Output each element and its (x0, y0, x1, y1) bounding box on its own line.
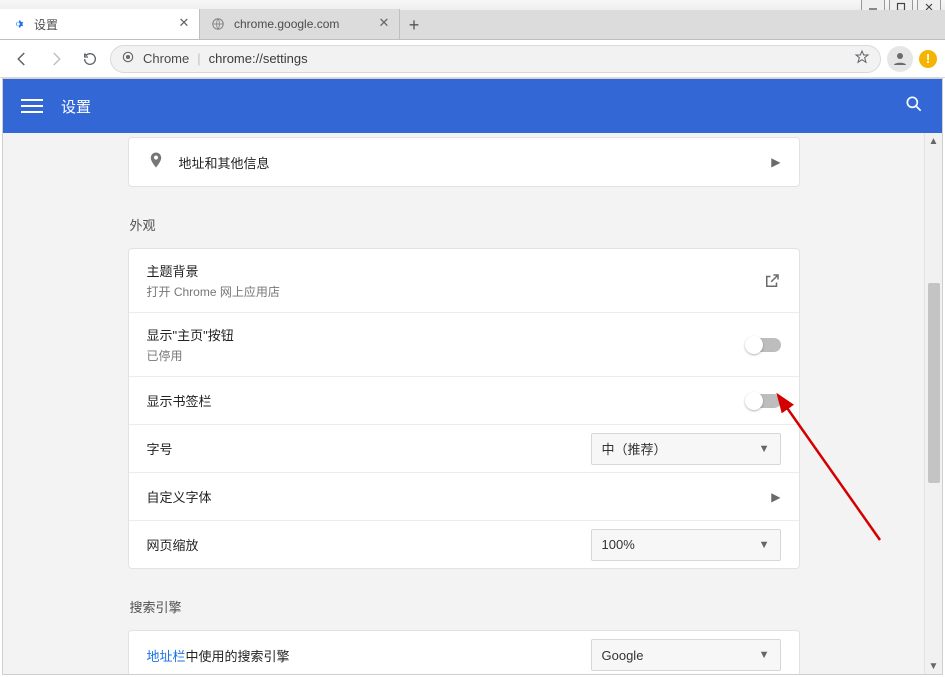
menu-alert-icon[interactable]: ! (919, 50, 937, 68)
scrollbar-thumb[interactable] (928, 283, 940, 483)
browser-toolbar: Chrome | chrome://settings ! (0, 40, 945, 78)
row-label: 网页缩放 (147, 535, 199, 554)
row-label: 自定义字体 (147, 487, 212, 506)
tab-title: 设置 (34, 16, 58, 33)
row-label: 地址栏中使用的搜索引擎 (147, 646, 290, 665)
section-title-search-engine: 搜索引擎 (130, 597, 800, 616)
tab-settings[interactable]: 设置 ✕ (0, 9, 200, 39)
forward-button[interactable] (42, 45, 70, 73)
tab-close-button[interactable]: ✕ (177, 16, 191, 30)
bookmark-star-icon[interactable] (854, 49, 870, 68)
row-page-zoom: 网页缩放 100% ▼ (129, 520, 799, 568)
gear-icon (10, 16, 26, 32)
font-size-dropdown[interactable]: 中（推荐） ▼ (591, 433, 781, 465)
tab-strip: 设置 ✕ chrome.google.com ✕ + (0, 10, 945, 40)
chevron-right-icon: ▶ (771, 155, 780, 169)
page-zoom-dropdown[interactable]: 100% ▼ (591, 529, 781, 561)
row-sublabel: 打开 Chrome 网上应用店 (147, 283, 280, 300)
section-title-appearance: 外观 (130, 215, 800, 234)
settings-search-button[interactable] (904, 94, 924, 119)
chevron-right-icon: ▶ (771, 490, 780, 504)
back-button[interactable] (8, 45, 36, 73)
row-label: 显示书签栏 (147, 391, 212, 410)
scroll-up-icon[interactable]: ▲ (925, 133, 942, 149)
search-engine-dropdown[interactable]: Google ▼ (591, 639, 781, 671)
row-sublabel: 已停用 (147, 347, 234, 364)
globe-icon (210, 16, 226, 32)
site-info-icon[interactable] (121, 50, 135, 67)
profile-avatar-button[interactable] (887, 46, 913, 72)
settings-header: 设置 (3, 79, 942, 133)
address-bar-link[interactable]: 地址栏 (147, 649, 186, 664)
row-custom-fonts[interactable]: 自定义字体 ▶ (129, 472, 799, 520)
chevron-down-icon: ▼ (759, 443, 770, 455)
omnibox-chrome-label: Chrome (143, 51, 189, 66)
reload-button[interactable] (76, 45, 104, 73)
page-title: 设置 (61, 96, 91, 117)
tab-close-button[interactable]: ✕ (377, 16, 391, 30)
new-tab-button[interactable]: + (400, 11, 428, 39)
open-external-icon (763, 272, 781, 290)
dropdown-value: 中（推荐） (602, 439, 667, 458)
row-label: 主题背景 (147, 261, 280, 280)
tab-title: chrome.google.com (234, 17, 339, 31)
row-bookmarks-bar: 显示书签栏 (129, 376, 799, 424)
row-label: 地址和其他信息 (179, 153, 270, 172)
vertical-scrollbar[interactable]: ▲ ▼ (924, 133, 942, 674)
location-pin-icon (147, 151, 165, 174)
row-font-size: 字号 中（推荐） ▼ (129, 424, 799, 472)
omnibox-url: chrome://settings (209, 51, 308, 66)
dropdown-value: Google (602, 648, 644, 663)
row-search-engine: 地址栏中使用的搜索引擎 Google ▼ (129, 631, 799, 674)
row-theme[interactable]: 主题背景 打开 Chrome 网上应用店 (129, 249, 799, 312)
row-home-button: 显示"主页"按钮 已停用 (129, 312, 799, 376)
home-button-toggle[interactable] (747, 338, 781, 352)
bookmarks-bar-toggle[interactable] (747, 394, 781, 408)
address-bar[interactable]: Chrome | chrome://settings (110, 45, 881, 73)
dropdown-value: 100% (602, 537, 635, 552)
tab-chrome-google[interactable]: chrome.google.com ✕ (200, 9, 400, 39)
scroll-down-icon[interactable]: ▼ (925, 658, 942, 674)
chevron-down-icon: ▼ (759, 539, 770, 551)
hamburger-menu-button[interactable] (21, 99, 43, 113)
row-label: 字号 (147, 439, 173, 458)
row-addresses[interactable]: 地址和其他信息 ▶ (129, 138, 799, 186)
chevron-down-icon: ▼ (759, 649, 770, 661)
row-label: 显示"主页"按钮 (147, 325, 234, 344)
